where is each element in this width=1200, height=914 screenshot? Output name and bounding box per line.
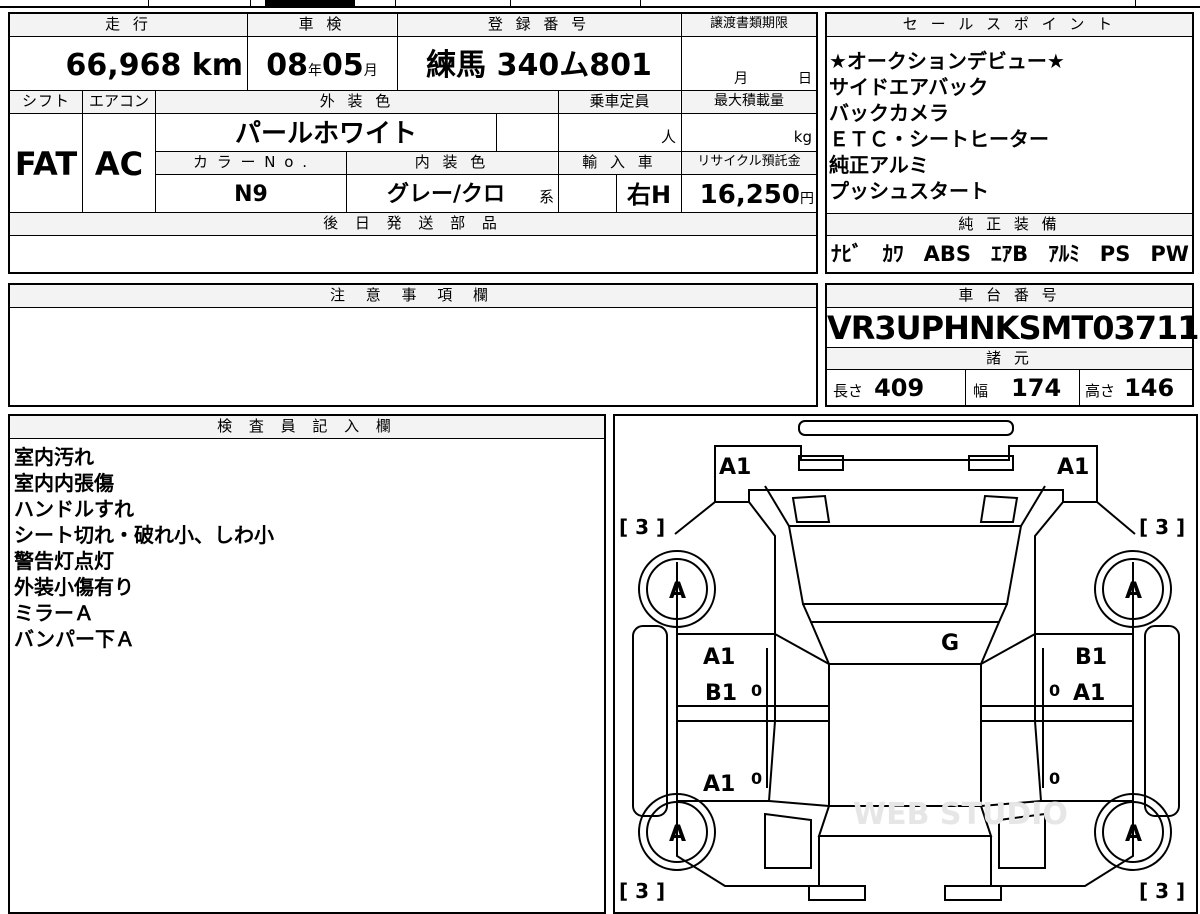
- tire-tread-fl: [ 3 ]: [619, 515, 665, 539]
- front-left-mark: A1: [719, 455, 751, 480]
- inspector-comment: シート切れ・破れ小、しわ小: [14, 523, 274, 547]
- sales-points-box: セ ー ル ス ポ イ ン ト ★オークションデビュー★ サイドエアバック バッ…: [825, 12, 1194, 274]
- sales-point-item: ★オークションデビュー★: [829, 49, 1065, 73]
- interior-color-value: グレー/クロ系: [387, 182, 554, 207]
- color-no-value: N9: [234, 182, 268, 207]
- spec-width: 幅 174: [973, 374, 1062, 402]
- chassis-specs-box: 車 台 番 号 VR3UPHNKSMT037110 諸 元 長さ 409 幅 1…: [825, 283, 1200, 407]
- equipment-header: 純 正 装 備: [827, 214, 1192, 235]
- front-right-mark: A1: [1057, 455, 1089, 480]
- sales-point-item: 純正アルミ: [829, 153, 929, 177]
- recycle-header: リサイクル預託金: [682, 152, 816, 174]
- equipment-list: ﾅﾋﾞ ｶﾜ ABS ｴｱB ｱﾙﾐ PS PW: [831, 238, 1189, 270]
- shift-header: シフト: [10, 91, 82, 113]
- sales-point-item: バックカメラ: [829, 101, 949, 125]
- registration-header: 登 録 番 号: [398, 14, 680, 36]
- inspector-comment: 室内内張傷: [14, 471, 114, 495]
- tire-tread-rr: [ 3 ]: [1139, 879, 1185, 902]
- sales-point-item: ＥＴＣ・シートヒーター: [829, 127, 1049, 151]
- capacity-header: 乗車定員: [559, 91, 680, 113]
- inspector-comment: 外装小傷有り: [14, 575, 134, 599]
- exterior-color-value: パールホワイト: [234, 119, 417, 149]
- inspector-box: 検 査 員 記 入 欄 室内汚れ 室内内張傷 ハンドルすれ シート切れ・破れ小、…: [8, 414, 606, 914]
- equipment-item: ｴｱB: [991, 242, 1029, 266]
- shift-value: FAT: [14, 145, 78, 183]
- notes-box: 注 意 事 項 欄: [8, 283, 818, 407]
- inspector-comment: ミラーＡ: [14, 601, 94, 625]
- max-load-value: kg: [793, 128, 812, 146]
- tire-tread-fr: [ 3 ]: [1139, 515, 1185, 539]
- zero-mark: 0: [1049, 681, 1060, 700]
- equipment-item: ｱﾙﾐ: [1048, 242, 1080, 266]
- equipment-item: PW: [1150, 242, 1189, 266]
- wheel-fr-mark: A: [1125, 579, 1142, 604]
- car-diagram-box: A1 A1 [ 3 ] [ 3 ] [ 3 ] [ 3 ] A A A A G …: [613, 414, 1198, 914]
- main-info-table: 走 行 車 検 登 録 番 号 譲渡書類期限 66,968 km 08年05月 …: [8, 12, 818, 274]
- inspector-header: 検 査 員 記 入 欄: [10, 416, 604, 438]
- later-parts-header: 後 日 発 送 部 品: [10, 213, 816, 235]
- inspector-comment: ハンドルすれ: [14, 497, 134, 521]
- wheel-rl-mark: A: [669, 822, 686, 847]
- zero-mark: 0: [751, 769, 762, 788]
- deadline-header: 譲渡書類期限: [682, 14, 816, 36]
- sales-point-item: サイドエアバック: [829, 75, 989, 99]
- left-front-door-mark-2: B1: [705, 681, 737, 706]
- deadline-value: 月日: [734, 71, 812, 87]
- inspector-comment: 警告灯点灯: [14, 549, 114, 573]
- inspector-comment: バンパー下Ａ: [14, 627, 135, 651]
- mileage-header: 走 行: [10, 14, 247, 36]
- right-front-door-mark-2: A1: [1073, 681, 1105, 706]
- equipment-item: ABS: [923, 242, 972, 266]
- interior-color-header: 内 装 色: [347, 152, 557, 174]
- top-cutoff-strip: [0, 0, 1200, 8]
- inspector-comments: 室内汚れ 室内内張傷 ハンドルすれ シート切れ・破れ小、しわ小 警告灯点灯 外装…: [14, 444, 594, 652]
- sales-points-header: セ ー ル ス ポ イ ン ト: [827, 14, 1192, 36]
- notes-header: 注 意 事 項 欄: [10, 285, 816, 307]
- max-load-header: 最大積載量: [682, 91, 816, 113]
- import-header: 輸 入 車: [559, 152, 680, 174]
- zero-mark: 0: [751, 681, 762, 700]
- zero-mark: 0: [1049, 769, 1060, 788]
- equipment-item: PS: [1099, 242, 1131, 266]
- capacity-value: 人: [660, 128, 676, 146]
- aircon-value: AC: [94, 145, 144, 183]
- inspection-header: 車 検: [248, 14, 396, 36]
- equipment-item: ﾅﾋﾞ: [831, 242, 863, 266]
- specs-header: 諸 元: [827, 348, 1192, 369]
- wheel-fl-mark: A: [669, 579, 686, 604]
- tire-tread-rl: [ 3 ]: [619, 879, 665, 902]
- wheel-rr-mark: A: [1125, 822, 1142, 847]
- watermark: WEB STUDIO: [853, 797, 1068, 832]
- import-value: 右H: [626, 181, 672, 209]
- left-front-door-mark-1: A1: [703, 645, 735, 670]
- chassis-header: 車 台 番 号: [827, 285, 1192, 307]
- windshield-mark: G: [941, 631, 959, 656]
- inspector-comment: 室内汚れ: [14, 445, 94, 469]
- equipment-item: ｶﾜ: [882, 242, 904, 266]
- inspection-date: 08年05月: [266, 48, 378, 83]
- car-diagram: A1 A1 [ 3 ] [ 3 ] [ 3 ] [ 3 ] A A A A G …: [619, 420, 1185, 902]
- mileage-value: 66,968 km: [65, 48, 243, 83]
- chassis-number: VR3UPHNKSMT037110: [827, 309, 1200, 347]
- color-no-header: カ ラ ー N o .: [156, 152, 346, 174]
- exterior-color-header: 外 装 色: [156, 91, 558, 113]
- registration-number: 練馬 340ム801: [426, 48, 652, 83]
- right-front-door-mark-1: B1: [1075, 645, 1107, 670]
- sales-point-item: プッシュスタート: [829, 179, 989, 203]
- sales-points-list: ★オークションデビュー★ サイドエアバック バックカメラ ＥＴＣ・シートヒーター…: [829, 48, 1189, 204]
- spec-height: 高さ 146: [1085, 374, 1175, 402]
- aircon-header: エアコン: [83, 91, 155, 113]
- spec-length: 長さ 409: [833, 374, 925, 402]
- left-rear-door-mark: A1: [703, 772, 735, 797]
- recycle-value: 16,250円: [699, 180, 814, 210]
